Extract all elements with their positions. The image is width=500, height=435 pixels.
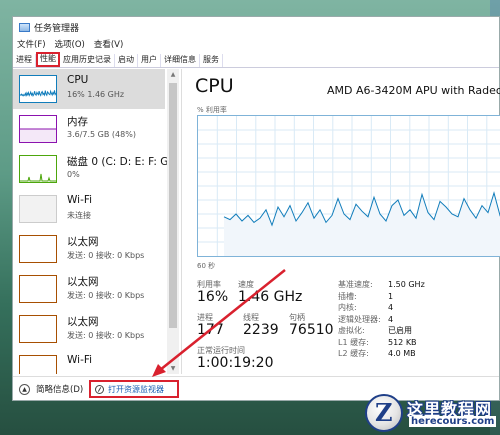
- watermark-url: herecours.com: [409, 416, 497, 427]
- threads-value: 2239: [243, 322, 279, 338]
- sidebar-item-subtitle: 3.6/7.5 GB (48%): [67, 130, 136, 139]
- sidebar-item-thumbnail: [19, 75, 57, 103]
- cpu-spec-key: 基准速度:: [338, 280, 373, 289]
- open-resource-monitor-label: 打开资源监视器: [108, 384, 164, 394]
- sidebar-item[interactable]: Wi-Fi: [13, 349, 165, 374]
- sidebar-item-title: 以太网: [67, 316, 99, 328]
- task-manager-window: 任务管理器 文件(F) 选项(O) 查看(V) 进程 性能 应用历史记录 启动 …: [12, 16, 500, 401]
- graph-y-label: % 利用率: [197, 106, 227, 114]
- cpu-spec-row: 内核: 4: [338, 302, 393, 313]
- window-title: 任务管理器: [34, 23, 80, 34]
- resource-list: CPU 16% 1.46 GHz 内存 3.6/7.5 GB (48%) 磁盘 0 (C…: [13, 69, 182, 374]
- cpu-spec-row: L2 缓存: 4.0 MB: [338, 348, 416, 359]
- sidebar-item-title: Wi-Fi: [67, 194, 93, 206]
- chevron-up-icon: ▲: [19, 383, 30, 395]
- cpu-area: [224, 193, 500, 256]
- cpu-spec-value: 4: [388, 314, 394, 324]
- cpu-spec-value: 4.0 MB: [388, 349, 416, 358]
- cpu-spec-row: 插槽: 1: [338, 291, 393, 302]
- menu-file[interactable]: 文件(F): [17, 38, 46, 50]
- tab-users[interactable]: 用户: [138, 54, 161, 67]
- speed-value: 1.46 GHz: [238, 289, 303, 305]
- sidebar-item-subtitle: 发送: 0 接收: 0 Kbps: [67, 331, 145, 340]
- sidebar-item-thumbnail: [19, 195, 57, 223]
- watermark-logo: Z: [365, 394, 403, 432]
- cpu-spec-value: 1.50 GHz: [388, 280, 425, 289]
- sidebar-item[interactable]: 以太网发送: 0 接收: 0 Kbps: [13, 269, 165, 309]
- sidebar-item[interactable]: 以太网发送: 0 接收: 0 Kbps: [13, 229, 165, 269]
- menu-options[interactable]: 选项(O): [55, 38, 85, 50]
- sidebar-item-thumbnail: [19, 155, 57, 183]
- sidebar-item[interactable]: CPU 16% 1.46 GHz: [13, 69, 165, 109]
- tab-details[interactable]: 详细信息: [161, 54, 200, 67]
- cpu-spec-key: 内核:: [338, 303, 357, 312]
- site-watermark: Z 这里教程网 herecours.com: [365, 392, 500, 435]
- cpu-model: AMD A6-3420M APU with Radeon(: [327, 84, 500, 97]
- sidebar-item-title: CPU: [67, 74, 89, 86]
- cpu-spec-key: 逻辑处理器:: [338, 314, 381, 324]
- menu-view[interactable]: 查看(V): [94, 38, 123, 50]
- sidebar-item-thumbnail: [19, 315, 57, 343]
- cpu-spec-key: L1 缓存:: [338, 337, 369, 347]
- cpu-utilization-graph: [197, 115, 500, 257]
- sidebar-item-subtitle: 0%: [67, 170, 80, 179]
- cpu-spec-value: 512 KB: [388, 337, 417, 347]
- sidebar-item-title: Wi-Fi: [67, 354, 93, 366]
- tab-processes[interactable]: 进程: [13, 54, 36, 67]
- graph-x-label: 60 秒: [197, 262, 216, 270]
- fewer-details-label: 简略信息(D): [36, 385, 84, 395]
- scroll-up-arrow-icon[interactable]: ▲: [169, 71, 177, 78]
- tab-bar: 进程 性能 应用历史记录 启动 用户 详细信息 服务: [13, 52, 499, 68]
- sidebar-item-thumbnail: [19, 355, 57, 374]
- sidebar-item-subtitle: 未连接: [67, 211, 91, 220]
- task-manager-icon: [19, 22, 30, 32]
- sidebar-item-subtitle: 16% 1.46 GHz: [67, 90, 125, 99]
- sidebar-item[interactable]: 内存 3.6/7.5 GB (48%): [13, 109, 165, 149]
- fewer-details-button[interactable]: ▲ 简略信息(D): [19, 383, 83, 395]
- sidebar-item[interactable]: 以太网发送: 0 接收: 0 Kbps: [13, 309, 165, 349]
- tab-services[interactable]: 服务: [200, 54, 223, 67]
- menu-bar: 文件(F) 选项(O) 查看(V): [13, 37, 132, 51]
- sidebar-item[interactable]: 磁盘 0 (C: D: E: F: G: 0%: [13, 149, 172, 189]
- sidebar-item-thumbnail: [19, 115, 57, 143]
- sidebar-item-title: 磁盘 0 (C: D: E: F: G:: [67, 156, 172, 168]
- cpu-spec-row: 基准速度: 1.50 GHz: [338, 279, 425, 290]
- sidebar-item-title: 以太网: [67, 276, 99, 288]
- cpu-spec-key: 虚拟化:: [338, 326, 365, 335]
- sidebar-item-subtitle: 发送: 0 接收: 0 Kbps: [67, 291, 145, 300]
- sidebar-item-title: 以太网: [67, 236, 99, 248]
- sidebar-scrollbar[interactable]: ▲ ▼: [167, 69, 179, 374]
- sidebar-item-thumbnail: [19, 275, 57, 303]
- title-bar[interactable]: 任务管理器: [13, 17, 499, 37]
- page-title: CPU: [195, 75, 234, 97]
- uptime-value: 1:00:19:20: [197, 355, 274, 371]
- scroll-down-arrow-icon[interactable]: ▼: [169, 365, 177, 372]
- cpu-spec-key: 插槽:: [338, 291, 357, 301]
- cpu-spec-row: 逻辑处理器: 4: [338, 314, 393, 325]
- cpu-spec-row: L1 缓存: 512 KB: [338, 337, 417, 348]
- util-value: 16%: [197, 289, 229, 305]
- tab-app-history[interactable]: 应用历史记录: [60, 54, 115, 67]
- tab-performance[interactable]: 性能: [36, 52, 60, 67]
- sidebar-item-title: 内存: [67, 116, 88, 128]
- resource-monitor-icon: [95, 384, 104, 394]
- cpu-graph-svg: [198, 116, 500, 256]
- sidebar-item-thumbnail: [19, 235, 57, 263]
- cpu-spec-key: L2 缓存:: [338, 349, 369, 358]
- open-resource-monitor-link[interactable]: 打开资源监视器: [89, 380, 179, 398]
- cpu-spec-value: 4: [388, 303, 394, 312]
- tab-startup[interactable]: 启动: [115, 54, 138, 67]
- scroll-thumb[interactable]: [169, 83, 177, 328]
- cpu-spec-row: 虚拟化: 已启用: [338, 325, 412, 336]
- cpu-spec-value: 1: [388, 291, 394, 301]
- cpu-spec-value: 已启用: [388, 326, 412, 335]
- handles-value: 76510: [289, 322, 334, 338]
- cpu-detail-pane: CPU AMD A6-3420M APU with Radeon( % 利用率 …: [183, 69, 500, 374]
- sidebar-item-subtitle: 发送: 0 接收: 0 Kbps: [67, 251, 145, 260]
- processes-value: 177: [197, 322, 224, 338]
- sidebar-item[interactable]: Wi-Fi 未连接: [13, 189, 165, 229]
